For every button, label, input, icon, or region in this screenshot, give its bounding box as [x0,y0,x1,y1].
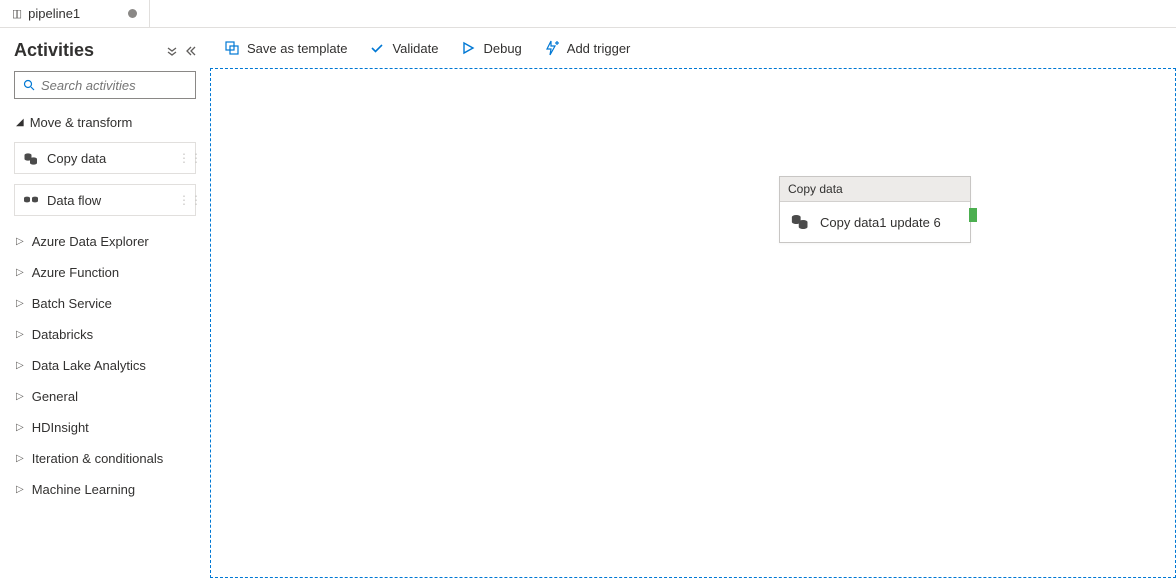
add-trigger-button[interactable]: Add trigger [544,40,631,56]
activity-copy-data[interactable]: Copy data ⋮⋮ [14,142,196,174]
save-as-template-button[interactable]: Save as template [224,40,347,56]
category-label: Azure Function [32,265,119,280]
category-item[interactable]: ▷ Iteration & conditionals [14,443,196,474]
chevron-right-icon: ▷ [16,360,24,371]
sidebar-header: Activities [14,40,196,61]
category-move-transform[interactable]: ◢ Move & transform [14,111,196,134]
node-name: Copy data1 update 6 [820,215,941,230]
pipeline-icon: ▯▯ [12,7,20,20]
unsaved-indicator-icon [128,9,137,18]
node-type-label: Copy data [780,177,970,202]
expand-collapse-icon[interactable] [166,45,178,57]
chevron-right-icon: ▷ [16,267,24,278]
toolbar-label: Validate [392,41,438,56]
chevron-right-icon: ▷ [16,236,24,247]
copy-data-icon [790,212,810,232]
toolbar-label: Save as template [247,41,347,56]
pipeline-toolbar: Save as template Validate Debug Add trig… [210,28,1176,68]
category-item[interactable]: ▷ Azure Data Explorer [14,226,196,257]
tab-bar: ▯▯ pipeline1 [0,0,1176,28]
chevron-right-icon: ▷ [16,329,24,340]
search-activities-box[interactable] [14,71,196,99]
chevron-right-icon: ▷ [16,298,24,309]
data-flow-icon [23,192,39,208]
search-input[interactable] [41,78,187,93]
chevron-right-icon: ▷ [16,453,24,464]
copy-data-icon [23,150,39,166]
validate-button[interactable]: Validate [369,40,438,56]
category-item[interactable]: ▷ HDInsight [14,412,196,443]
toolbar-label: Debug [483,41,521,56]
activity-label: Data flow [47,193,101,208]
category-item[interactable]: ▷ Machine Learning [14,474,196,505]
search-icon [23,79,35,91]
category-label: Iteration & conditionals [32,451,164,466]
category-label: Move & transform [30,115,133,130]
check-icon [369,40,385,56]
category-label: Data Lake Analytics [32,358,146,373]
sidebar-header-controls [166,45,196,57]
save-template-icon [224,40,240,56]
chevron-right-icon: ▷ [16,484,24,495]
canvas-wrap: Save as template Validate Debug Add trig… [210,28,1176,578]
chevron-down-icon: ◢ [16,117,24,128]
chevron-right-icon: ▷ [16,391,24,402]
category-label: HDInsight [32,420,89,435]
activity-data-flow[interactable]: Data flow ⋮⋮ [14,184,196,216]
toolbar-label: Add trigger [567,41,631,56]
category-label: General [32,389,78,404]
category-item[interactable]: ▷ Azure Function [14,257,196,288]
collapse-panel-icon[interactable] [184,45,196,57]
node-body: Copy data1 update 6 [780,202,970,242]
main-area: Activities ◢ Move & transform [0,28,1176,578]
sidebar-title: Activities [14,40,94,61]
category-label: Azure Data Explorer [32,234,149,249]
category-label: Databricks [32,327,93,342]
trigger-icon [544,40,560,56]
category-item[interactable]: ▷ Batch Service [14,288,196,319]
drag-grip-icon: ⋮⋮ [187,185,193,215]
activity-label: Copy data [47,151,106,166]
category-item[interactable]: ▷ General [14,381,196,412]
activities-sidebar: Activities ◢ Move & transform [0,28,210,578]
category-item[interactable]: ▷ Databricks [14,319,196,350]
pipeline-canvas[interactable]: Copy data Copy data1 update 6 [210,68,1176,578]
debug-button[interactable]: Debug [460,40,521,56]
category-label: Machine Learning [32,482,135,497]
play-icon [460,40,476,56]
success-connector[interactable] [969,208,977,222]
chevron-right-icon: ▷ [16,422,24,433]
drag-grip-icon: ⋮⋮ [187,143,193,173]
copy-data-node[interactable]: Copy data Copy data1 update 6 [779,176,971,243]
category-item[interactable]: ▷ Data Lake Analytics [14,350,196,381]
category-label: Batch Service [32,296,112,311]
tab-label: pipeline1 [28,6,80,21]
pipeline-tab[interactable]: ▯▯ pipeline1 [0,0,150,27]
